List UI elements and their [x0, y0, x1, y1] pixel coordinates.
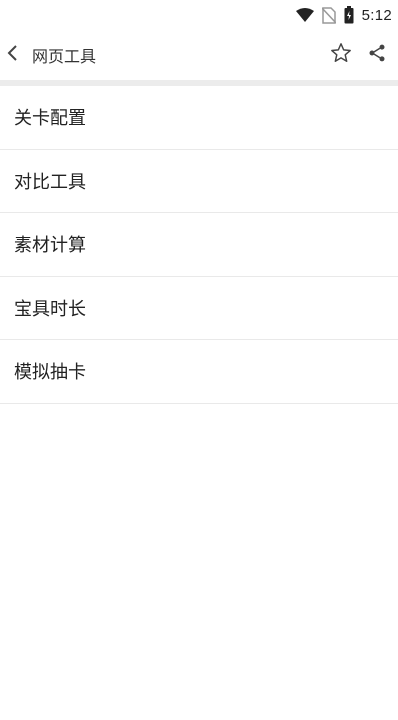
- menu-item-compare-tool[interactable]: 对比工具: [0, 150, 398, 213]
- star-icon: [330, 42, 352, 68]
- favorite-button[interactable]: [328, 42, 354, 68]
- wifi-icon: [295, 8, 314, 22]
- menu-list: 关卡配置 对比工具 素材计算 宝具时长 模拟抽卡: [0, 86, 398, 404]
- battery-icon: [344, 6, 354, 24]
- share-button[interactable]: [364, 42, 390, 68]
- menu-item-label: 模拟抽卡: [14, 362, 86, 384]
- app-bar: 网页工具: [0, 30, 398, 80]
- no-sim-icon: [321, 6, 336, 24]
- share-icon: [367, 43, 387, 67]
- menu-item-label: 宝具时长: [14, 298, 86, 320]
- menu-item-label: 对比工具: [14, 171, 86, 193]
- menu-item-np-duration[interactable]: 宝具时长: [0, 277, 398, 340]
- menu-item-label: 素材计算: [14, 235, 86, 257]
- back-button[interactable]: [0, 30, 26, 80]
- page-title: 网页工具: [32, 47, 97, 66]
- status-bar: 5:12: [0, 0, 398, 30]
- app-bar-actions: [328, 42, 398, 68]
- menu-item-level-config[interactable]: 关卡配置: [0, 86, 398, 150]
- menu-item-material-calc[interactable]: 素材计算: [0, 213, 398, 277]
- menu-item-gacha-sim[interactable]: 模拟抽卡: [0, 340, 398, 404]
- status-time: 5:12: [361, 6, 392, 24]
- back-arrow-icon: [7, 44, 19, 66]
- menu-item-label: 关卡配置: [14, 108, 86, 130]
